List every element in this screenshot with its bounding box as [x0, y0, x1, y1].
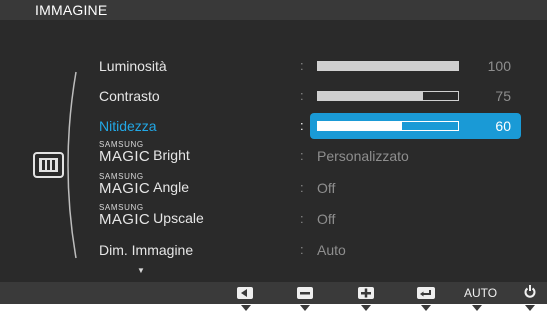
- minus-icon: [297, 287, 313, 299]
- left-icon: [237, 287, 253, 299]
- arrow-minus-button: [300, 305, 310, 311]
- menu-item-label: Angle: [153, 179, 189, 196]
- magic-angle-label: SAMSUNG MAGIC Angle: [99, 173, 189, 197]
- magic-bright-value: Personalizzato: [317, 148, 409, 164]
- brand-magic: MAGIC: [99, 148, 151, 165]
- slider-fill: [318, 92, 423, 100]
- contrasto-value: 75: [495, 88, 511, 104]
- menu-item-label: Luminosità: [99, 58, 167, 74]
- button-arrows: [241, 305, 535, 311]
- separator: :: [300, 88, 304, 103]
- luminosita-value: 100: [487, 58, 511, 74]
- luminosita-slider[interactable]: [317, 61, 459, 71]
- menu-item-label: Nitidezza: [99, 118, 157, 134]
- magic-bright-label: SAMSUNG MAGIC Bright: [99, 141, 190, 165]
- enter-icon: [417, 287, 435, 299]
- slider-fill: [318, 62, 458, 70]
- nitidezza-slider[interactable]: [317, 121, 459, 131]
- arrow-power-button: [525, 305, 535, 311]
- menu-item-contrasto[interactable]: Contrasto : 75: [0, 84, 547, 108]
- osd-menu: IMMAGINE Luminosità : 100 Contrasto : 75…: [0, 0, 547, 290]
- separator: :: [300, 148, 304, 163]
- separator: :: [300, 211, 304, 226]
- power-icon: [524, 285, 536, 298]
- dim-immagine-value: Auto: [317, 242, 346, 258]
- scroll-down-icon: ▼: [137, 266, 145, 275]
- enter-button[interactable]: [417, 286, 435, 304]
- plus-icon: [358, 287, 374, 299]
- menu-item-label: Dim. Immagine: [99, 242, 194, 258]
- menu-item-dim-immagine[interactable]: Dim. Immagine : Auto: [0, 238, 547, 262]
- menu-item-luminosita[interactable]: Luminosità : 100: [0, 54, 547, 78]
- minus-button[interactable]: [297, 286, 313, 304]
- slider-fill: [318, 122, 402, 130]
- power-button[interactable]: [524, 285, 536, 301]
- arrow-left-button: [241, 305, 251, 311]
- osd-title: IMMAGINE: [35, 2, 108, 18]
- separator: :: [300, 58, 304, 73]
- auto-button[interactable]: AUTO: [464, 286, 497, 300]
- contrasto-slider[interactable]: [317, 91, 459, 101]
- osd-title-bar: IMMAGINE: [0, 0, 547, 20]
- separator: :: [300, 242, 304, 257]
- menu-item-magic-bright[interactable]: SAMSUNG MAGIC Bright : Personalizzato: [0, 141, 547, 168]
- menu-item-magic-angle[interactable]: SAMSUNG MAGIC Angle : Off: [0, 173, 547, 200]
- arrow-enter-button: [421, 305, 431, 311]
- nitidezza-value: 60: [495, 118, 511, 134]
- magic-angle-value: Off: [317, 180, 336, 196]
- arrow-auto-button: [472, 305, 482, 311]
- menu-item-label: Bright: [153, 147, 190, 164]
- separator: :: [300, 180, 304, 195]
- menu-item-label: Upscale: [153, 210, 204, 227]
- brand-magic: MAGIC: [99, 211, 151, 228]
- plus-button[interactable]: [358, 286, 374, 304]
- separator: :: [300, 118, 304, 133]
- menu-item-magic-upscale[interactable]: SAMSUNG MAGIC Upscale : Off: [0, 204, 547, 231]
- menu-item-label: Contrasto: [99, 88, 160, 104]
- button-bar: AUTO: [0, 282, 547, 304]
- menu-item-nitidezza[interactable]: Nitidezza : 60: [0, 113, 547, 139]
- magic-upscale-value: Off: [317, 211, 336, 227]
- magic-upscale-label: SAMSUNG MAGIC Upscale: [99, 204, 204, 228]
- left-button[interactable]: [237, 286, 253, 304]
- brand-magic: MAGIC: [99, 180, 151, 197]
- arrow-plus-button: [361, 305, 371, 311]
